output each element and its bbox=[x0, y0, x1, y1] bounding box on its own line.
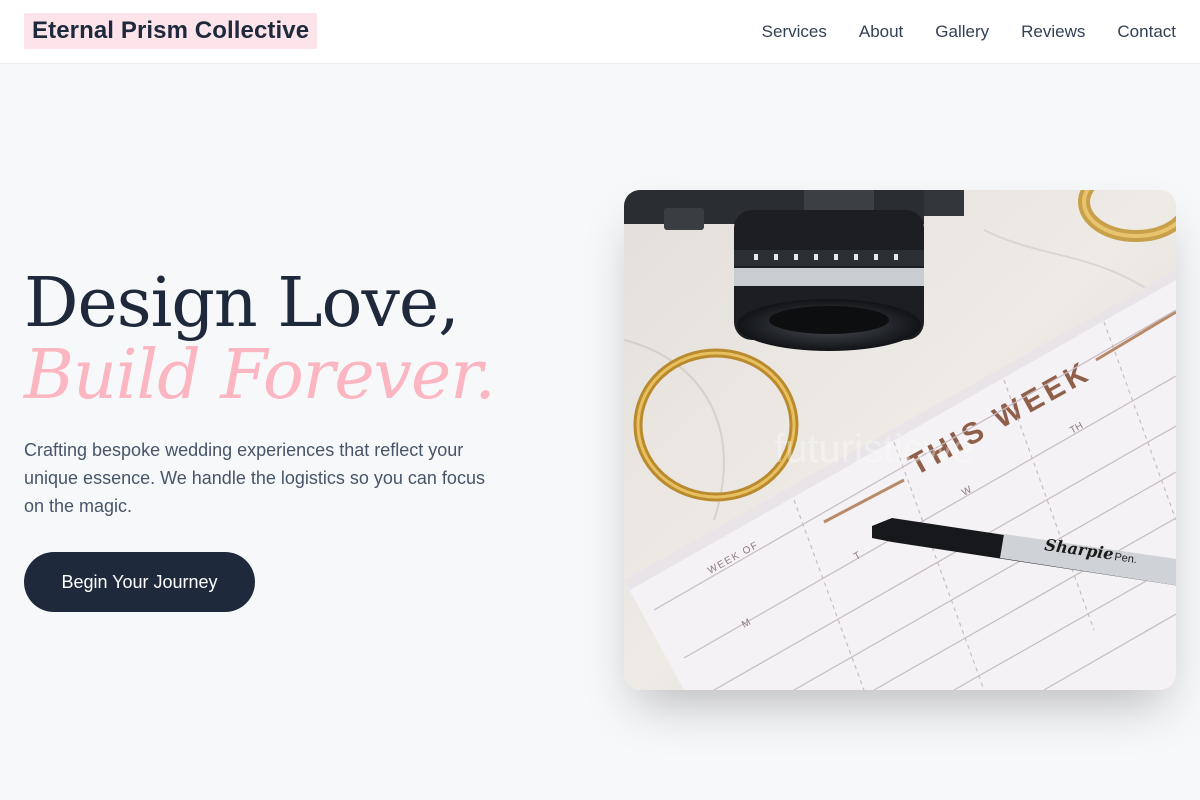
nav-link-about[interactable]: About bbox=[859, 22, 903, 42]
hero-title: Design Love, Build Forever. bbox=[24, 264, 496, 415]
begin-journey-button[interactable]: Begin Your Journey bbox=[24, 552, 255, 612]
image-watermark: futuristicwe bbox=[774, 427, 974, 471]
hero-photo-illustration: THIS WEEK WEEK OF M T W TH Sharpie Pen. … bbox=[624, 190, 1176, 690]
site-header: Eternal Prism Collective Services About … bbox=[0, 0, 1200, 64]
brand-logo[interactable]: Eternal Prism Collective bbox=[24, 13, 318, 49]
main-nav: Services About Gallery Reviews Contact bbox=[762, 0, 1176, 64]
nav-link-gallery[interactable]: Gallery bbox=[935, 22, 989, 42]
hero-title-line1: Design Love, bbox=[24, 264, 460, 343]
nav-link-services[interactable]: Services bbox=[762, 22, 827, 42]
nav-link-reviews[interactable]: Reviews bbox=[1021, 22, 1085, 42]
hero-title-line2: Build Forever. bbox=[24, 336, 496, 415]
hero-description: Crafting bespoke wedding experiences tha… bbox=[24, 440, 485, 516]
hero-image: THIS WEEK WEEK OF M T W TH Sharpie Pen. … bbox=[624, 190, 1176, 690]
nav-link-contact[interactable]: Contact bbox=[1117, 22, 1176, 42]
